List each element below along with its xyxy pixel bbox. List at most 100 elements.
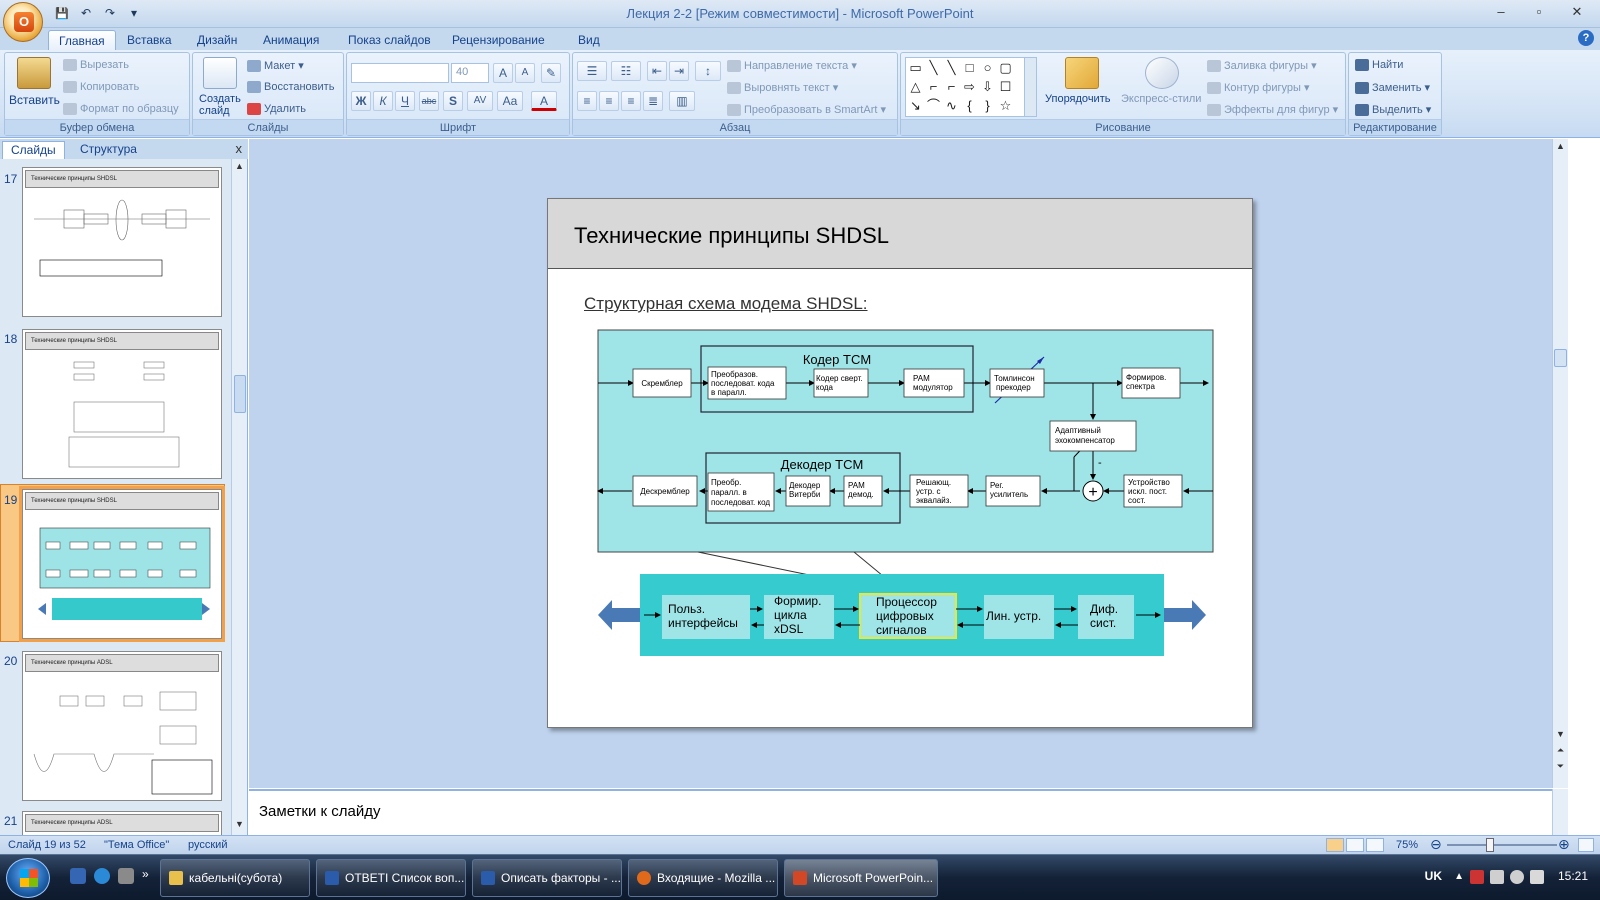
shape-right-arrow-icon[interactable]: ⇨	[962, 79, 977, 94]
office-button[interactable]: O	[3, 2, 43, 42]
shape-callout-icon[interactable]: ☐	[998, 79, 1013, 94]
taskbar-item[interactable]: кабельні(субота)	[160, 859, 310, 897]
scroll-up-icon[interactable]: ▲	[1554, 141, 1567, 155]
shadow-button[interactable]: S	[443, 91, 463, 111]
shape-triangle-icon[interactable]: △	[908, 79, 923, 94]
taskbar-item-active[interactable]: Microsoft PowerPoin...	[784, 859, 938, 897]
current-slide[interactable]: Технические принципы SHDSL Структурная с…	[547, 198, 1253, 728]
tab-design[interactable]: Дизайн	[187, 30, 247, 50]
taskbar-item[interactable]: Входящие - Mozilla ...	[628, 859, 778, 897]
new-slide-button[interactable]: Создать слайд	[199, 93, 245, 117]
zoom-in-icon[interactable]: ⊕	[1558, 836, 1570, 853]
shape-outline-button[interactable]: Контур фигуры ▾	[1207, 81, 1310, 95]
font-size-input[interactable]: 40	[451, 63, 489, 83]
strike-button[interactable]: abc	[419, 91, 439, 111]
zoom-level[interactable]: 75%	[1396, 839, 1418, 851]
grow-font-button[interactable]: A	[493, 63, 513, 83]
slide-scroll-thumb[interactable]	[1554, 349, 1567, 367]
slide-scrollbar[interactable]: ▲ ▼ ⏶ ⏷	[1552, 139, 1568, 788]
replace-button[interactable]: Заменить ▾	[1355, 81, 1430, 95]
clear-format-button[interactable]: ✎	[541, 63, 561, 83]
shrink-font-button[interactable]: A	[515, 63, 535, 83]
tray-expand-icon[interactable]: ▲	[1454, 871, 1464, 882]
align-right-icon[interactable]: ≡	[621, 91, 641, 111]
taskbar-item[interactable]: ОТВЕТІ Список воп...	[316, 859, 466, 897]
shape-elbow-icon[interactable]: ⌐	[926, 79, 941, 94]
format-painter-button[interactable]: Формат по образцу	[63, 103, 179, 116]
shape-elbow2-icon[interactable]: ⌐	[944, 79, 959, 94]
align-text-button[interactable]: Выровнять текст ▾	[727, 81, 838, 95]
paste-button[interactable]: Вставить	[9, 93, 60, 107]
tab-view[interactable]: Вид	[568, 30, 610, 50]
italic-button[interactable]: К	[373, 91, 393, 111]
align-center-icon[interactable]: ≡	[599, 91, 619, 111]
tab-animation[interactable]: Анимация	[253, 30, 329, 50]
maximize-button[interactable]: ▫	[1520, 2, 1558, 22]
volume-icon[interactable]	[1530, 870, 1544, 884]
shape-curve-icon[interactable]: ↘	[908, 98, 923, 113]
slide-thumbnail-20[interactable]: Технические принципы ADSL	[22, 651, 222, 801]
bullets-icon[interactable]: ☰	[577, 61, 607, 81]
char-spacing-button[interactable]: AV	[467, 91, 493, 111]
scroll-down-icon[interactable]: ▼	[233, 819, 246, 833]
tab-home[interactable]: Главная	[48, 30, 116, 50]
quick-styles-icon[interactable]	[1145, 57, 1179, 89]
help-icon[interactable]: ?	[1578, 30, 1594, 46]
paste-icon[interactable]	[17, 57, 51, 89]
select-button[interactable]: Выделить ▾	[1355, 103, 1431, 117]
slideshow-view-icon[interactable]	[1366, 838, 1384, 852]
arrange-icon[interactable]	[1065, 57, 1099, 89]
tab-review[interactable]: Рецензирование	[442, 30, 555, 50]
quicklaunch-app-icon[interactable]	[118, 868, 134, 884]
shape-line2-icon[interactable]: ╲	[944, 60, 959, 75]
slide-thumbnail-21[interactable]: Технические принципы ADSL	[22, 811, 222, 835]
start-button[interactable]	[6, 858, 50, 898]
tray-status-icon[interactable]	[1510, 870, 1524, 884]
fit-to-window-icon[interactable]	[1578, 838, 1594, 852]
minimize-button[interactable]: –	[1482, 2, 1520, 22]
shape-fill-button[interactable]: Заливка фигуры ▾	[1207, 59, 1317, 73]
pane-scroll-thumb[interactable]	[234, 375, 246, 413]
text-direction-button[interactable]: Направление текста ▾	[727, 59, 857, 73]
shape-oval-icon[interactable]: ○	[980, 60, 995, 75]
previous-slide-icon[interactable]: ⏶	[1554, 745, 1567, 759]
shape-textbox-icon[interactable]: ▭	[908, 60, 923, 75]
columns-icon[interactable]: ▥	[669, 91, 695, 111]
shape-brace-close-icon[interactable]: }	[980, 98, 995, 113]
tab-outline[interactable]: Структура	[72, 141, 145, 159]
slide-title[interactable]: Технические принципы SHDSL	[574, 223, 889, 249]
shape-effects-button[interactable]: Эффекты для фигур ▾	[1207, 103, 1338, 117]
zoom-slider[interactable]	[1447, 844, 1557, 846]
tray-app-icon[interactable]	[1470, 870, 1484, 884]
shape-brace-open-icon[interactable]: {	[962, 98, 977, 113]
slide-thumbnail-19[interactable]: Технические принципы SHDSL	[22, 489, 222, 639]
theme-name[interactable]: "Тема Office"	[104, 839, 169, 851]
change-case-button[interactable]: Aa	[497, 91, 523, 111]
line-spacing-icon[interactable]: ↕	[695, 61, 721, 81]
find-button[interactable]: Найти	[1355, 59, 1403, 72]
tab-slides[interactable]: Слайды	[2, 141, 65, 159]
shapes-gallery[interactable]: ▭ ╲ ╲ □ ○ ▢ △ ⌐ ⌐ ⇨ ⇩ ☐ ↘ ⌒ ∿ { } ☆	[905, 57, 1037, 117]
taskbar-item[interactable]: Описать факторы - ...	[472, 859, 622, 897]
quicklaunch-more[interactable]: »	[142, 867, 149, 881]
reset-button[interactable]: Восстановить	[247, 81, 334, 94]
layout-button[interactable]: Макет ▾	[247, 59, 304, 73]
shape-down-arrow-icon[interactable]: ⇩	[980, 79, 995, 94]
justify-icon[interactable]: ≣	[643, 91, 663, 111]
zoom-out-icon[interactable]: ⊖	[1430, 836, 1442, 853]
shape-star-icon[interactable]: ☆	[998, 98, 1013, 113]
decrease-indent-icon[interactable]: ⇤	[647, 61, 667, 81]
tab-slideshow[interactable]: Показ слайдов	[338, 30, 441, 50]
shape-rect-icon[interactable]: □	[962, 60, 977, 75]
copy-button[interactable]: Копировать	[63, 81, 139, 94]
clock[interactable]: 15:21	[1558, 869, 1588, 883]
notes-scrollbar[interactable]	[1552, 789, 1568, 835]
tab-insert[interactable]: Вставка	[117, 30, 182, 50]
shapes-scroll[interactable]	[1024, 58, 1036, 116]
close-pane-icon[interactable]: x	[236, 141, 243, 156]
shape-wave-icon[interactable]: ∿	[944, 98, 959, 113]
increase-indent-icon[interactable]: ⇥	[669, 61, 689, 81]
pane-scrollbar[interactable]: ▲ ▼	[231, 159, 247, 835]
network-icon[interactable]	[1490, 870, 1504, 884]
quick-styles-button[interactable]: Экспресс-стили	[1121, 93, 1201, 105]
